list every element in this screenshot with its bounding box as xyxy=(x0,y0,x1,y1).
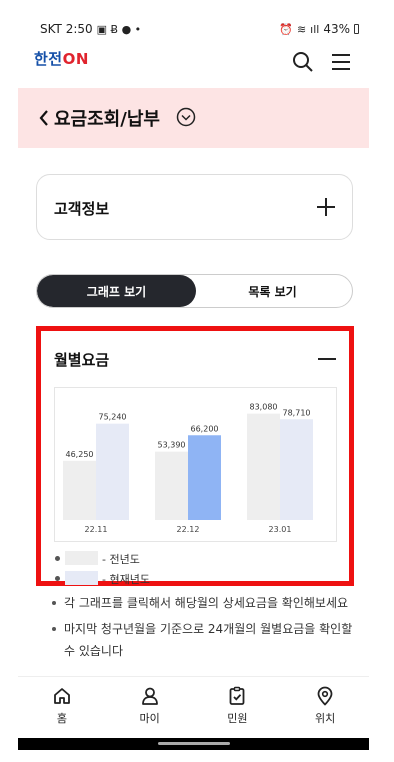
plus-icon[interactable] xyxy=(316,197,336,217)
logo-on: ON xyxy=(62,50,89,68)
chevron-down-circle-icon[interactable] xyxy=(176,107,196,127)
chart-legend: - 전년도 - 현재년도 xyxy=(54,547,334,587)
list-view-button[interactable]: 목록 보기 xyxy=(193,275,352,307)
system-nav-bar xyxy=(18,738,369,750)
notification-icons: ▣ Ƀ ● • xyxy=(96,22,142,36)
legend-swatch-current-year xyxy=(65,571,98,585)
monthly-bar-chart: 46,250 75,240 22.11 53,390 66,200 22.12 83,080… xyxy=(63,403,313,534)
notes-list: 각 그래프를 클릭해서 해당월의 상세요금을 확인해보세요 마지막 청구년월을 … xyxy=(52,592,362,666)
alarm-icon: ⏰ xyxy=(279,22,293,36)
status-time: SKT 2:50 xyxy=(40,22,93,36)
minus-icon[interactable] xyxy=(318,357,336,361)
home-icon xyxy=(53,688,70,704)
battery-icon xyxy=(354,24,359,34)
nav-label-complaint: 민원 xyxy=(227,712,248,725)
search-icon[interactable] xyxy=(291,50,315,74)
nav-label-home: 홈 xyxy=(56,712,67,725)
user-icon xyxy=(141,687,158,705)
value-label: 66,200 xyxy=(191,424,219,433)
legend-item-prev-year: - 전년도 xyxy=(54,551,334,567)
battery-level: 43% xyxy=(323,22,350,36)
value-label: 78,710 xyxy=(283,408,311,417)
value-label: 75,240 xyxy=(99,413,127,422)
nav-item-location[interactable]: 위치 xyxy=(281,677,369,738)
legend-item-current-year: - 현재년도 xyxy=(54,571,334,587)
back-chevron-icon[interactable] xyxy=(38,108,50,128)
x-tick-label: 22.12 xyxy=(177,525,200,534)
nav-label-my: 마이 xyxy=(139,712,160,725)
wifi-icon: ≋ xyxy=(296,22,307,36)
note-item: 각 그래프를 클릭해서 해당월의 상세요금을 확인해보세요 xyxy=(52,592,362,614)
graph-view-button[interactable]: 그래프 보기 xyxy=(37,275,196,307)
signal-icon: ıll xyxy=(310,22,320,36)
value-label: 83,080 xyxy=(250,403,278,412)
home-gesture-pill[interactable] xyxy=(158,742,230,745)
monthly-charges-title: 월별요금 xyxy=(54,351,110,369)
location-pin-icon xyxy=(317,686,333,706)
bottom-nav: 홈 마이 민원 위치 xyxy=(18,676,369,738)
nav-label-location: 위치 xyxy=(315,712,336,725)
bar-23.01-전년도[interactable] xyxy=(247,413,280,520)
bar-22.12-전년도[interactable] xyxy=(155,451,188,520)
app-header: 한전ON xyxy=(18,42,369,88)
customer-info-card[interactable]: 고객정보 xyxy=(36,174,353,240)
x-tick-label: 23.01 xyxy=(269,525,292,534)
note-item: 마지막 청구년월을 기준으로 24개월의 월별요금을 확인할 수 있습니다 xyxy=(52,618,362,662)
page-title: 요금조회/납부 xyxy=(54,109,160,130)
x-tick-label: 22.11 xyxy=(85,525,108,534)
bullet-dot xyxy=(55,576,60,581)
bar-23.01-현재년도[interactable] xyxy=(280,419,313,520)
kepco-on-logo[interactable]: 한전ON xyxy=(34,48,89,69)
customer-info-label: 고객정보 xyxy=(54,200,110,218)
view-toggle: 그래프 보기 목록 보기 xyxy=(36,274,353,308)
legend-label-prev-year: - 전년도 xyxy=(102,553,140,566)
title-band: 요금조회/납부 xyxy=(18,88,369,148)
status-right: ⏰ ≋ ıll 43% xyxy=(279,22,359,36)
logo-text: 한전 xyxy=(34,50,63,68)
legend-swatch-prev-year xyxy=(65,551,98,565)
bar-22.12-현재년도[interactable] xyxy=(188,435,221,520)
bullet-dot xyxy=(55,556,60,561)
status-bar: SKT 2:50 ▣ Ƀ ● • ⏰ ≋ ıll 43% xyxy=(18,22,369,42)
status-left: SKT 2:50 ▣ Ƀ ● • xyxy=(40,22,141,36)
monthly-chart: 46,250 75,240 22.11 53,390 66,200 22.12 83,080… xyxy=(54,387,337,542)
value-label: 46,250 xyxy=(66,450,94,459)
value-label: 53,390 xyxy=(158,441,186,450)
hamburger-menu-icon[interactable] xyxy=(329,50,353,74)
bar-22.11-전년도[interactable] xyxy=(63,460,96,520)
legend-label-current-year: - 현재년도 xyxy=(102,573,150,586)
monthly-charges-section: 월별요금 46,250 75,240 22.11 53,390 66,200 22.12 8… xyxy=(36,326,354,586)
nav-item-my[interactable]: 마이 xyxy=(106,677,194,738)
bar-22.11-현재년도[interactable] xyxy=(96,423,129,520)
nav-item-home[interactable]: 홈 xyxy=(18,677,106,738)
clipboard-check-icon xyxy=(229,686,245,705)
nav-item-complaint[interactable]: 민원 xyxy=(194,677,282,738)
